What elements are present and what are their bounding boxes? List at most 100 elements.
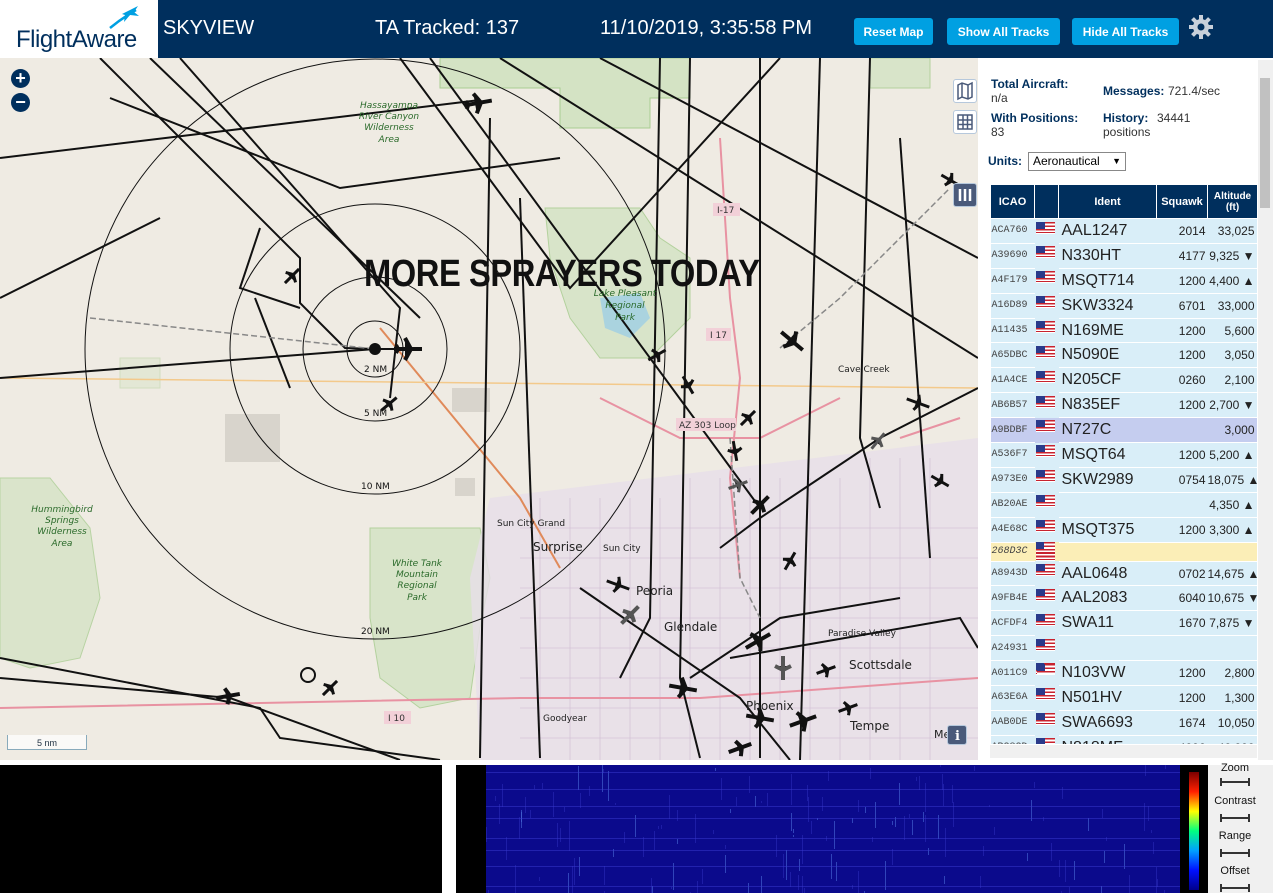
aircraft-row[interactable]: AB282D N818MF400640,000 [990, 735, 1257, 744]
aircraft-row[interactable]: A11435 N169ME 1200 5,600 [990, 318, 1257, 344]
aircraft-icao: A39690 [990, 243, 1035, 269]
aircraft-row[interactable]: A536F7 MSQT64 1200 5,200 ▲ [990, 442, 1257, 468]
aircraft-altitude: 2,800 [1207, 660, 1257, 687]
us-flag-icon [1036, 271, 1055, 283]
aircraft-squawk: 1200 [1156, 517, 1208, 543]
col-altitude[interactable]: Altitude (ft) [1207, 184, 1257, 219]
aircraft-icao: A536F7 [990, 442, 1035, 468]
aircraft-row[interactable]: AB6B57 N835EF 1200 2,700 ▼ [990, 392, 1257, 419]
aircraft-squawk: 1200 [1156, 268, 1208, 294]
aircraft-row[interactable]: A63E6A N501HV 1200 1,300 [990, 685, 1257, 711]
aircraft-ident: N501HV [1058, 685, 1157, 711]
aircraft-squawk: 1670 [1156, 610, 1208, 637]
aircraft-ident: N103VW [1058, 660, 1157, 687]
aircraft-ident: N727C [1058, 417, 1157, 444]
aircraft-icao: AB20AE [990, 492, 1035, 518]
aircraft-ident: N169ME [1058, 318, 1157, 344]
aircraft-row[interactable]: A8943D AAL0648 0702 14,675 ▲ [990, 561, 1257, 587]
aircraft-row[interactable]: A973E0 SKW2989 0754 18,075 ▲ [990, 467, 1257, 493]
zoom-out-button[interactable]: − [11, 93, 30, 112]
place-label: Park [407, 593, 428, 603]
zoom-slider[interactable] [1220, 778, 1250, 786]
top-bar: FlightAware SKYVIEW TA Tracked: 137 11/1… [0, 0, 1273, 58]
flightaware-logo[interactable]: FlightAware [0, 0, 158, 58]
aircraft-row[interactable]: A011C9 N103VW 1200 2,800 [990, 660, 1257, 687]
flight-map[interactable]: 2 NM 5 NM 10 NM 20 NM Hassayampa River C… [0, 58, 978, 760]
horizontal-scrollbar[interactable] [990, 745, 1257, 758]
us-flag-icon [1036, 470, 1055, 482]
aircraft-row[interactable]: AB20AE 4,350 ▲ [990, 492, 1257, 518]
aircraft-row[interactable]: A9BDBF N727C 3,000 [990, 417, 1257, 444]
aircraft-altitude: 10,675 ▼ [1207, 585, 1257, 612]
aircraft-altitude: 33,000 [1207, 293, 1257, 319]
aircraft-icao: 268D3C [990, 542, 1035, 562]
messages-label: Messages: [1103, 84, 1165, 98]
aircraft-row[interactable]: A16D89 SKW3324 6701 33,000 [990, 293, 1257, 319]
reset-map-button[interactable]: Reset Map [854, 18, 933, 45]
aircraft-ident: SKW2989 [1058, 467, 1157, 493]
aircraft-row[interactable]: A24931 [990, 635, 1257, 662]
aircraft-squawk: 0754 [1156, 467, 1208, 493]
aircraft-row[interactable]: 268D3C [990, 542, 1257, 562]
flag-cell [1035, 295, 1055, 308]
us-flag-icon [1036, 738, 1055, 744]
col-ident[interactable]: Ident [1058, 184, 1157, 219]
place-label: Scottsdale [849, 658, 912, 672]
aircraft-altitude: 3,300 ▲ [1207, 517, 1257, 543]
col-squawk[interactable]: Squawk [1156, 184, 1208, 219]
flag-cell [1035, 445, 1055, 458]
col-icao[interactable]: ICAO [990, 184, 1035, 219]
aircraft-icao: A1A4CE [990, 367, 1035, 394]
aircraft-row[interactable]: A39690 N330HT 4177 9,325 ▼ [990, 243, 1257, 269]
contrast-slider[interactable] [1220, 814, 1250, 822]
scrollbar-thumb[interactable] [1260, 78, 1270, 208]
aircraft-altitude: 3,050 [1207, 342, 1257, 369]
info-icon[interactable]: i [947, 725, 967, 745]
hide-all-tracks-button[interactable]: Hide All Tracks [1072, 18, 1179, 45]
aircraft-row[interactable]: A9FB4E AAL2083 6040 10,675 ▼ [990, 585, 1257, 612]
flag-cell [1035, 738, 1055, 744]
aircraft-icao: A65DBC [990, 342, 1035, 369]
aircraft-row[interactable]: A4F179 MSQT714 1200 4,400 ▲ [990, 268, 1257, 294]
place-label: Sun City [603, 544, 641, 554]
us-flag-icon [1036, 688, 1055, 700]
zoom-in-button[interactable]: + [11, 69, 30, 88]
range-slider[interactable] [1220, 849, 1250, 857]
columns-toggle-icon[interactable] [953, 183, 977, 207]
aircraft-row[interactable]: A1A4CE N205CF 0260 2,100 [990, 367, 1257, 394]
aircraft-icao: A973E0 [990, 467, 1035, 493]
vertical-scrollbar[interactable] [1258, 60, 1273, 760]
aircraft-squawk: 1200 [1156, 392, 1208, 419]
aircraft-ident [1058, 542, 1157, 562]
units-select[interactable]: Aeronautical [1028, 152, 1126, 171]
range-label: Range [1218, 830, 1252, 842]
aircraft-row[interactable]: ACA760 AAL1247 2014 33,025 [990, 218, 1257, 244]
place-label: Glendale [664, 620, 717, 634]
aircraft-row[interactable]: ACFDF4 SWA11 1670 7,875 ▼ [990, 610, 1257, 637]
history-label: History: [1103, 111, 1149, 125]
offset-slider[interactable] [1220, 884, 1250, 892]
place-label: Paradise Valley [828, 629, 897, 639]
aircraft-row[interactable]: AAB0DE SWA6693 1674 10,050 [990, 710, 1257, 736]
aircraft-row[interactable]: A4E68C MSQT375 1200 3,300 ▲ [990, 517, 1257, 543]
aircraft-ident: N205CF [1058, 367, 1157, 394]
flag-cell [1035, 420, 1055, 433]
settings-gear-icon[interactable] [1188, 14, 1214, 40]
map-layer-icon[interactable] [953, 79, 977, 103]
aircraft-ident: SWA11 [1058, 610, 1157, 637]
aircraft-icao: A8943D [990, 561, 1035, 587]
show-all-tracks-button[interactable]: Show All Tracks [947, 18, 1060, 45]
aircraft-squawk [1156, 542, 1208, 562]
aircraft-altitude: 2,100 [1207, 367, 1257, 394]
place-label: Tempe [849, 719, 889, 733]
col-flag [1034, 184, 1059, 219]
aircraft-altitude: 40,000 [1207, 735, 1257, 744]
aircraft-row[interactable]: A65DBC N5090E 1200 3,050 [990, 342, 1257, 369]
road-label: AZ 303 Loop [679, 421, 736, 431]
flag-cell [1035, 588, 1055, 601]
us-flag-icon [1036, 320, 1055, 332]
aircraft-altitude: 9,325 ▼ [1207, 243, 1257, 269]
grid-overlay-icon[interactable] [953, 110, 977, 134]
place-label: White Tank [392, 559, 443, 569]
range-ring-label: 5 NM [364, 409, 387, 419]
